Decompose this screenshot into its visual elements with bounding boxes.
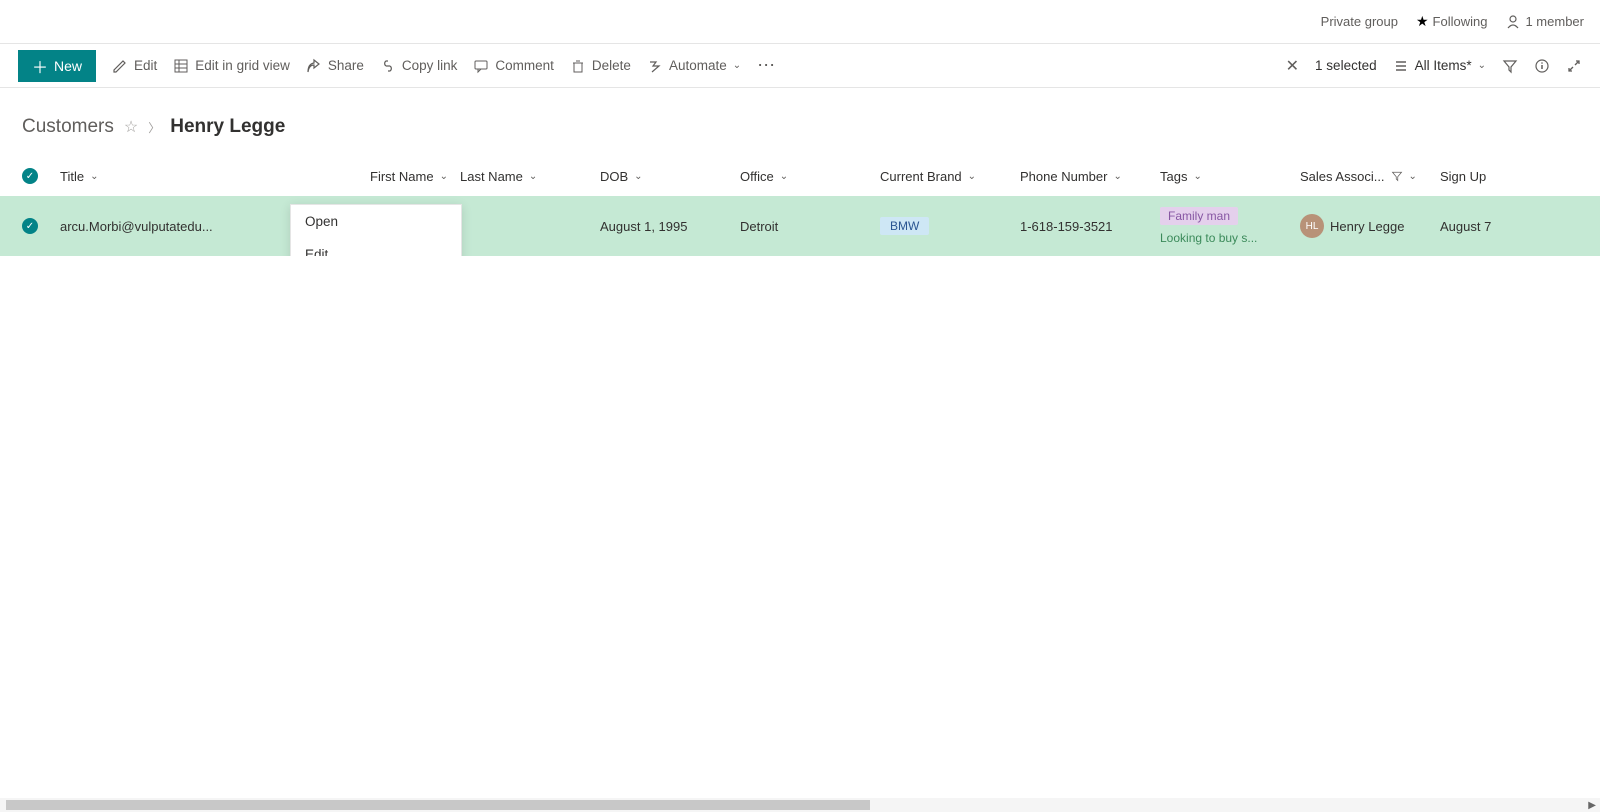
cell-brand: BMW: [880, 217, 1020, 235]
edit-label: Edit: [134, 58, 157, 73]
edit-command[interactable]: Edit: [112, 58, 157, 74]
favorite-toggle[interactable]: ☆: [124, 117, 138, 137]
new-label: New: [54, 58, 82, 74]
selected-count: 1 selected: [1315, 58, 1377, 73]
comment-label: Comment: [495, 58, 554, 73]
cell-office: Detroit: [740, 219, 880, 234]
column-last-name[interactable]: Last Name⌄: [460, 169, 600, 184]
column-phone[interactable]: Phone Number⌄: [1020, 169, 1160, 184]
trash-icon: [570, 58, 586, 74]
automate-command[interactable]: Automate ⌄: [647, 58, 741, 74]
grid-icon: [173, 58, 189, 74]
filter-applied-icon: [1391, 170, 1403, 182]
breadcrumb-item: Henry Legge: [170, 116, 285, 138]
column-first-name[interactable]: First Name⌄: [320, 169, 460, 184]
column-dob[interactable]: DOB⌄: [600, 169, 740, 184]
member-count-label: 1 member: [1525, 14, 1584, 29]
top-bar: Private group ★ Following 1 member: [0, 0, 1600, 44]
cell-tags: Family man Looking to buy s...: [1160, 207, 1300, 245]
comment-icon: [473, 58, 489, 74]
view-selector[interactable]: All Items* ⌄: [1393, 58, 1486, 74]
link-icon: [380, 58, 396, 74]
command-bar: ＋ New Edit Edit in grid view Share Copy …: [0, 44, 1600, 88]
delete-label: Delete: [592, 58, 631, 73]
table-row[interactable]: arcu.Morbi@vulputatedu... ⋮ Eric August …: [0, 196, 1600, 256]
breadcrumb-list[interactable]: Customers: [22, 116, 114, 138]
edit-grid-command[interactable]: Edit in grid view: [173, 58, 290, 74]
select-all[interactable]: [0, 168, 60, 184]
info-icon[interactable]: [1534, 58, 1550, 74]
share-command[interactable]: Share: [306, 58, 364, 74]
clear-selection[interactable]: ✕: [1286, 56, 1299, 76]
chevron-down-icon: ⌄: [1478, 60, 1486, 71]
edit-grid-label: Edit in grid view: [195, 58, 290, 73]
automate-label: Automate: [669, 58, 727, 73]
cell-sales-associate: HL Henry Legge: [1300, 214, 1440, 238]
list-icon: [1393, 58, 1409, 74]
cell-sign-up: August 7: [1440, 219, 1530, 234]
column-office[interactable]: Office⌄: [740, 169, 880, 184]
filter-icon[interactable]: [1502, 58, 1518, 74]
cell-dob: August 1, 1995: [600, 219, 740, 234]
person-icon: [1505, 14, 1521, 30]
table-header: Title⌄ First Name⌄ Last Name⌄ DOB⌄ Offic…: [0, 156, 1600, 196]
row-selector[interactable]: [0, 218, 60, 234]
menu-open[interactable]: Open: [291, 205, 461, 238]
column-brand[interactable]: Current Brand⌄: [880, 169, 1020, 184]
list-table: Title⌄ First Name⌄ Last Name⌄ DOB⌄ Offic…: [0, 156, 1600, 256]
context-menu: Open Edit Edit in grid view Share Copy l…: [290, 204, 462, 256]
following-label: Following: [1433, 14, 1488, 29]
menu-edit[interactable]: Edit: [291, 238, 461, 256]
avatar: HL: [1300, 214, 1324, 238]
plus-icon: ＋: [32, 54, 48, 78]
more-commands[interactable]: ⋯: [757, 55, 777, 76]
horizontal-scrollbar[interactable]: ▶: [0, 798, 1600, 812]
column-title[interactable]: Title⌄: [60, 169, 290, 184]
scrollbar-thumb[interactable]: [6, 800, 870, 810]
share-icon: [306, 58, 322, 74]
column-sales-associate[interactable]: Sales Associ...⌄: [1300, 169, 1440, 184]
new-button[interactable]: ＋ New: [18, 50, 96, 82]
copy-link-label: Copy link: [402, 58, 458, 73]
following-button[interactable]: ★ Following: [1416, 13, 1487, 30]
expand-icon[interactable]: [1566, 58, 1582, 74]
star-icon: ★: [1416, 13, 1429, 30]
comment-command[interactable]: Comment: [473, 58, 554, 74]
pencil-icon: [112, 58, 128, 74]
chevron-down-icon: ⌄: [733, 60, 741, 71]
private-group-label: Private group: [1321, 14, 1398, 29]
copy-link-command[interactable]: Copy link: [380, 58, 458, 74]
column-sign-up[interactable]: Sign Up: [1440, 169, 1530, 184]
share-label: Share: [328, 58, 364, 73]
scroll-right-arrow[interactable]: ▶: [1588, 800, 1596, 811]
cell-title[interactable]: arcu.Morbi@vulputatedu...: [60, 219, 290, 234]
breadcrumb: Customers ☆ 〉 Henry Legge: [0, 88, 1600, 156]
chevron-right-icon: 〉: [148, 119, 160, 136]
members-button[interactable]: 1 member: [1505, 14, 1584, 30]
column-tags[interactable]: Tags⌄: [1160, 169, 1300, 184]
cell-phone: 1-618-159-3521: [1020, 219, 1160, 234]
delete-command[interactable]: Delete: [570, 58, 631, 74]
flow-icon: [647, 58, 663, 74]
view-label: All Items*: [1415, 58, 1472, 73]
